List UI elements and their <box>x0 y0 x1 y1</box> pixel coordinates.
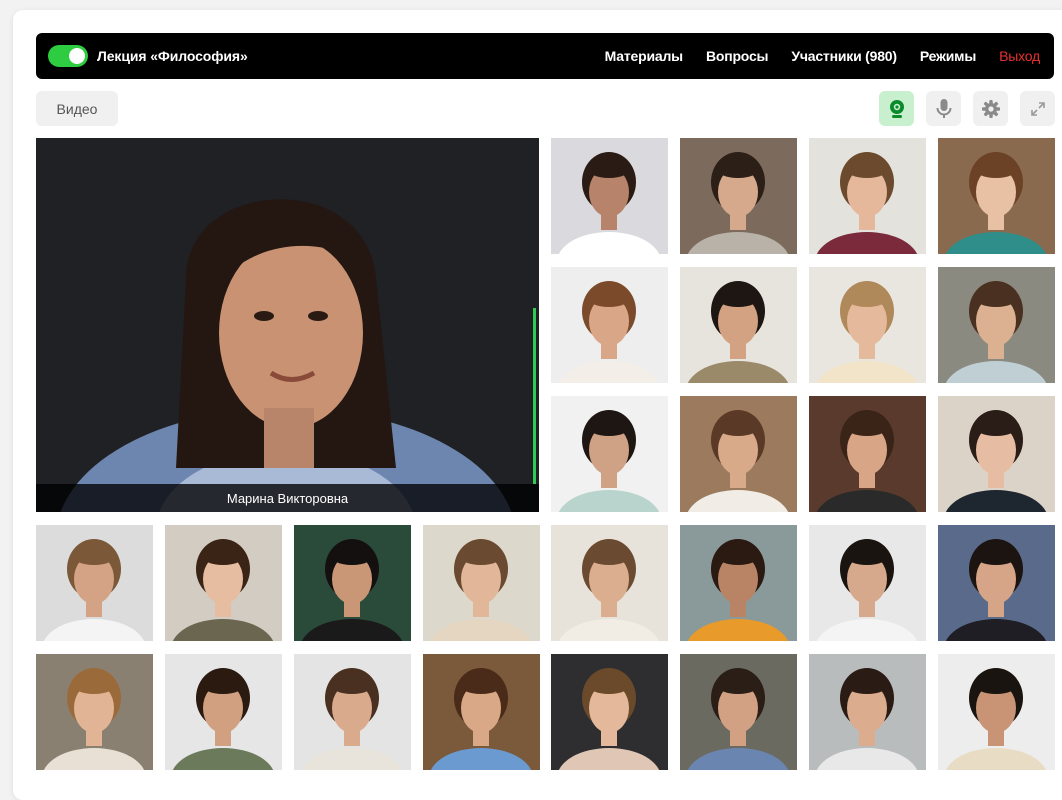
speaker-video[interactable]: Марина Викторовна <box>36 138 539 512</box>
participant-tile[interactable] <box>165 525 282 641</box>
participant-tile[interactable] <box>294 525 411 641</box>
video-tab[interactable]: Видео <box>36 91 118 126</box>
nav-materials[interactable]: Материалы <box>605 48 683 64</box>
microphone-icon <box>936 98 951 118</box>
participant-avatar <box>551 138 668 254</box>
participant-tile[interactable] <box>551 396 668 512</box>
participant-tile[interactable] <box>551 654 668 770</box>
toggle-knob <box>69 48 85 64</box>
participant-avatar <box>938 654 1055 770</box>
speaker-name: Марина Викторовна <box>36 484 539 512</box>
participant-avatar <box>680 654 797 770</box>
fullscreen-icon <box>1030 101 1045 116</box>
participant-tile[interactable] <box>165 654 282 770</box>
participant-tile[interactable] <box>809 138 926 254</box>
participant-tile[interactable] <box>680 654 797 770</box>
lecture-toggle[interactable] <box>48 45 88 67</box>
participant-tile[interactable] <box>680 396 797 512</box>
settings-button[interactable] <box>973 91 1008 126</box>
fullscreen-button[interactable] <box>1020 91 1055 126</box>
participant-tile[interactable] <box>36 525 153 641</box>
participant-avatar <box>680 138 797 254</box>
participant-avatar <box>423 525 540 641</box>
participant-avatar <box>36 654 153 770</box>
participant-avatar <box>551 525 668 641</box>
participant-avatar <box>551 396 668 512</box>
nav-modes[interactable]: Режимы <box>920 48 976 64</box>
nav-exit[interactable]: Выход <box>999 48 1040 64</box>
participant-avatar <box>809 138 926 254</box>
participant-avatar <box>938 525 1055 641</box>
participant-avatar <box>809 654 926 770</box>
participant-avatar <box>680 267 797 383</box>
participant-tile[interactable] <box>551 525 668 641</box>
participant-tile[interactable] <box>294 654 411 770</box>
webcam-button[interactable] <box>879 91 914 126</box>
participant-tile[interactable] <box>809 267 926 383</box>
participant-avatar <box>680 525 797 641</box>
participant-avatar <box>938 267 1055 383</box>
participant-avatar <box>165 525 282 641</box>
top-bar: Лекция «Философия» Материалы Вопросы Уча… <box>36 33 1054 79</box>
webcam-icon <box>889 99 904 118</box>
participant-avatar <box>809 267 926 383</box>
participant-tile[interactable] <box>36 654 153 770</box>
participant-avatar <box>938 138 1055 254</box>
participant-avatar <box>551 267 668 383</box>
participant-avatar <box>36 525 153 641</box>
speaker-portrait <box>36 138 539 512</box>
participant-tile[interactable] <box>809 525 926 641</box>
participant-tile[interactable] <box>809 654 926 770</box>
participant-tile[interactable] <box>423 525 540 641</box>
participant-tile[interactable] <box>680 267 797 383</box>
participant-tile[interactable] <box>680 138 797 254</box>
participant-avatar <box>165 654 282 770</box>
participant-tile[interactable] <box>809 396 926 512</box>
participant-avatar <box>680 396 797 512</box>
participant-tile[interactable] <box>938 267 1055 383</box>
participant-avatar <box>423 654 540 770</box>
participant-tile[interactable] <box>551 138 668 254</box>
participant-avatar <box>551 654 668 770</box>
participant-tile[interactable] <box>423 654 540 770</box>
participant-tile[interactable] <box>938 654 1055 770</box>
top-nav: Материалы Вопросы Участники (980) Режимы… <box>605 48 1041 64</box>
participant-tile[interactable] <box>938 525 1055 641</box>
nav-questions[interactable]: Вопросы <box>706 48 769 64</box>
participant-avatar <box>294 525 411 641</box>
nav-participants[interactable]: Участники (980) <box>791 48 897 64</box>
participant-tile[interactable] <box>551 267 668 383</box>
participant-avatar <box>938 396 1055 512</box>
participant-tile[interactable] <box>938 138 1055 254</box>
participant-avatar <box>809 525 926 641</box>
microphone-button[interactable] <box>926 91 961 126</box>
participant-tile[interactable] <box>938 396 1055 512</box>
gear-icon <box>981 99 1000 118</box>
participant-avatar <box>809 396 926 512</box>
participant-avatar <box>294 654 411 770</box>
participant-tile[interactable] <box>680 525 797 641</box>
audio-level-bar <box>533 308 536 484</box>
lecture-title: Лекция «Философия» <box>97 48 248 64</box>
